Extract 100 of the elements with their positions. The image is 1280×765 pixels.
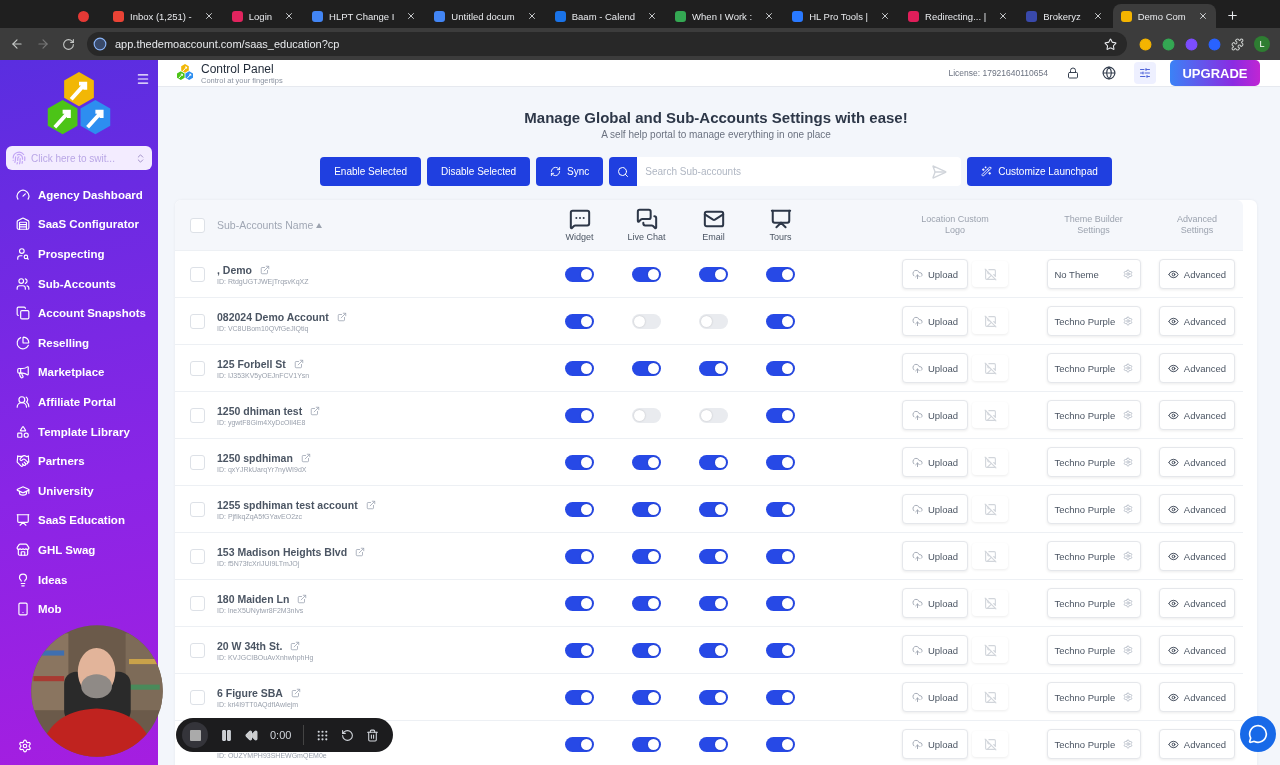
address-bar[interactable]: app.thedemoaccount.com/saas_education?cp — [87, 32, 1127, 56]
disable-selected-button[interactable]: Disable Selected — [427, 157, 531, 186]
toggle-switch[interactable] — [565, 360, 594, 376]
browser-tab[interactable]: Demo Com — [1112, 4, 1216, 28]
account-name[interactable]: 180 Maiden Ln — [217, 592, 290, 605]
toggle-switch[interactable] — [632, 454, 661, 470]
toggle-switch[interactable] — [565, 266, 594, 282]
toggle-switch[interactable] — [565, 454, 594, 470]
toggle-switch[interactable] — [766, 407, 795, 423]
extension-icon[interactable] — [1162, 37, 1175, 51]
theme-select[interactable]: Techno Purple — [1046, 635, 1141, 665]
toggle-switch[interactable] — [565, 501, 594, 517]
account-name[interactable]: 125 Forbell St — [217, 357, 286, 370]
advanced-button[interactable]: Advanced — [1158, 259, 1236, 289]
nav-item[interactable]: GHL Swag — [6, 541, 152, 558]
extension-icon[interactable] — [1139, 37, 1152, 51]
select-all-checkbox[interactable] — [189, 217, 205, 233]
browser-tab[interactable]: Login — [223, 4, 303, 28]
close-icon[interactable] — [203, 11, 214, 21]
row-checkbox[interactable] — [189, 266, 205, 282]
browser-tab[interactable]: Baam - Calend — [546, 4, 666, 28]
close-icon[interactable] — [998, 11, 1009, 21]
reload-icon[interactable] — [62, 37, 75, 51]
close-icon[interactable] — [284, 11, 295, 21]
toggle-switch[interactable] — [632, 501, 661, 517]
close-icon[interactable] — [526, 11, 537, 21]
toggle-switch[interactable] — [565, 313, 594, 329]
toggle-switch[interactable] — [699, 407, 728, 423]
toggle-switch[interactable] — [699, 313, 728, 329]
toggle-switch[interactable] — [565, 689, 594, 705]
toggle-switch[interactable] — [766, 548, 795, 564]
extensions-icon[interactable] — [1231, 37, 1244, 51]
browser-tab[interactable]: When I Work : — [667, 4, 783, 28]
upload-button[interactable]: Upload — [901, 729, 969, 759]
theme-select[interactable]: Techno Purple — [1046, 588, 1141, 618]
toggle-switch[interactable] — [565, 736, 594, 752]
toggle-switch[interactable] — [699, 548, 728, 564]
row-checkbox[interactable] — [189, 454, 205, 470]
nav-item[interactable]: Template Library — [6, 423, 152, 440]
toggle-switch[interactable] — [699, 736, 728, 752]
close-icon[interactable] — [647, 11, 658, 21]
toggle-switch[interactable] — [565, 642, 594, 658]
row-checkbox[interactable] — [189, 548, 205, 564]
browser-tab[interactable]: Inbox (1,251) - — [105, 4, 222, 28]
nav-item[interactable]: Sub-Accounts — [6, 275, 152, 292]
theme-select[interactable]: Techno Purple — [1046, 541, 1141, 571]
theme-select[interactable]: Techno Purple — [1046, 729, 1141, 759]
customize-launchpad-button[interactable]: Customize Launchpad — [967, 157, 1112, 186]
upload-button[interactable]: Upload — [901, 259, 969, 289]
theme-select[interactable]: Techno Purple — [1046, 494, 1141, 524]
upload-button[interactable]: Upload — [901, 447, 969, 477]
sync-button[interactable]: Sync — [536, 157, 604, 186]
nav-item[interactable]: SaaS Configurator — [6, 216, 152, 233]
theme-select[interactable]: Techno Purple — [1046, 306, 1141, 336]
upload-button[interactable]: Upload — [901, 400, 969, 430]
close-icon[interactable] — [406, 11, 417, 21]
toggle-switch[interactable] — [766, 595, 795, 611]
toggle-switch[interactable] — [766, 689, 795, 705]
stop-button[interactable] — [182, 722, 208, 748]
close-icon[interactable] — [1197, 11, 1208, 21]
toggle-switch[interactable] — [766, 360, 795, 376]
toggle-switch[interactable] — [699, 360, 728, 376]
toggle-switch[interactable] — [699, 642, 728, 658]
advanced-button[interactable]: Advanced — [1158, 447, 1236, 477]
grid-icon[interactable] — [316, 728, 330, 742]
toggle-switch[interactable] — [632, 548, 661, 564]
row-checkbox[interactable] — [189, 360, 205, 376]
theme-select[interactable]: Techno Purple — [1046, 400, 1141, 430]
row-checkbox[interactable] — [189, 689, 205, 705]
nav-item[interactable]: Prospecting — [6, 246, 152, 262]
account-name[interactable]: 20 W 34th St. — [217, 639, 283, 652]
lock-icon[interactable] — [1067, 67, 1079, 79]
toggle-switch[interactable] — [632, 313, 661, 329]
toggle-switch[interactable] — [632, 689, 661, 705]
enable-selected-button[interactable]: Enable Selected — [320, 157, 421, 186]
toggle-switch[interactable] — [766, 313, 795, 329]
trash-icon[interactable] — [366, 728, 380, 742]
toggle-switch[interactable] — [766, 736, 795, 752]
upload-button[interactable]: Upload — [901, 541, 969, 571]
close-icon[interactable] — [1092, 11, 1103, 21]
row-checkbox[interactable] — [189, 313, 205, 329]
toggle-switch[interactable] — [565, 548, 594, 564]
toggle-switch[interactable] — [632, 266, 661, 282]
row-checkbox[interactable] — [189, 407, 205, 423]
account-name[interactable]: , Demo — [217, 263, 252, 276]
toggle-switch[interactable] — [699, 689, 728, 705]
nav-item[interactable]: Affiliate Portal — [6, 393, 152, 410]
toggle-switch[interactable] — [632, 407, 661, 423]
advanced-button[interactable]: Advanced — [1158, 588, 1236, 618]
globe-icon[interactable] — [1102, 66, 1116, 80]
nav-item[interactable]: Mob — [6, 601, 152, 618]
chat-button[interactable] — [1240, 716, 1276, 752]
toggle-switch[interactable] — [699, 266, 728, 282]
nav-item[interactable]: SaaS Education — [6, 512, 152, 529]
account-name[interactable]: 1255 spdhiman test account — [217, 498, 358, 511]
browser-tab[interactable]: HLPT Change I — [304, 4, 425, 28]
theme-select[interactable]: No Theme — [1046, 259, 1141, 289]
settings-icon[interactable] — [18, 739, 32, 753]
menu-icon[interactable] — [136, 72, 150, 86]
toggle-switch[interactable] — [632, 736, 661, 752]
